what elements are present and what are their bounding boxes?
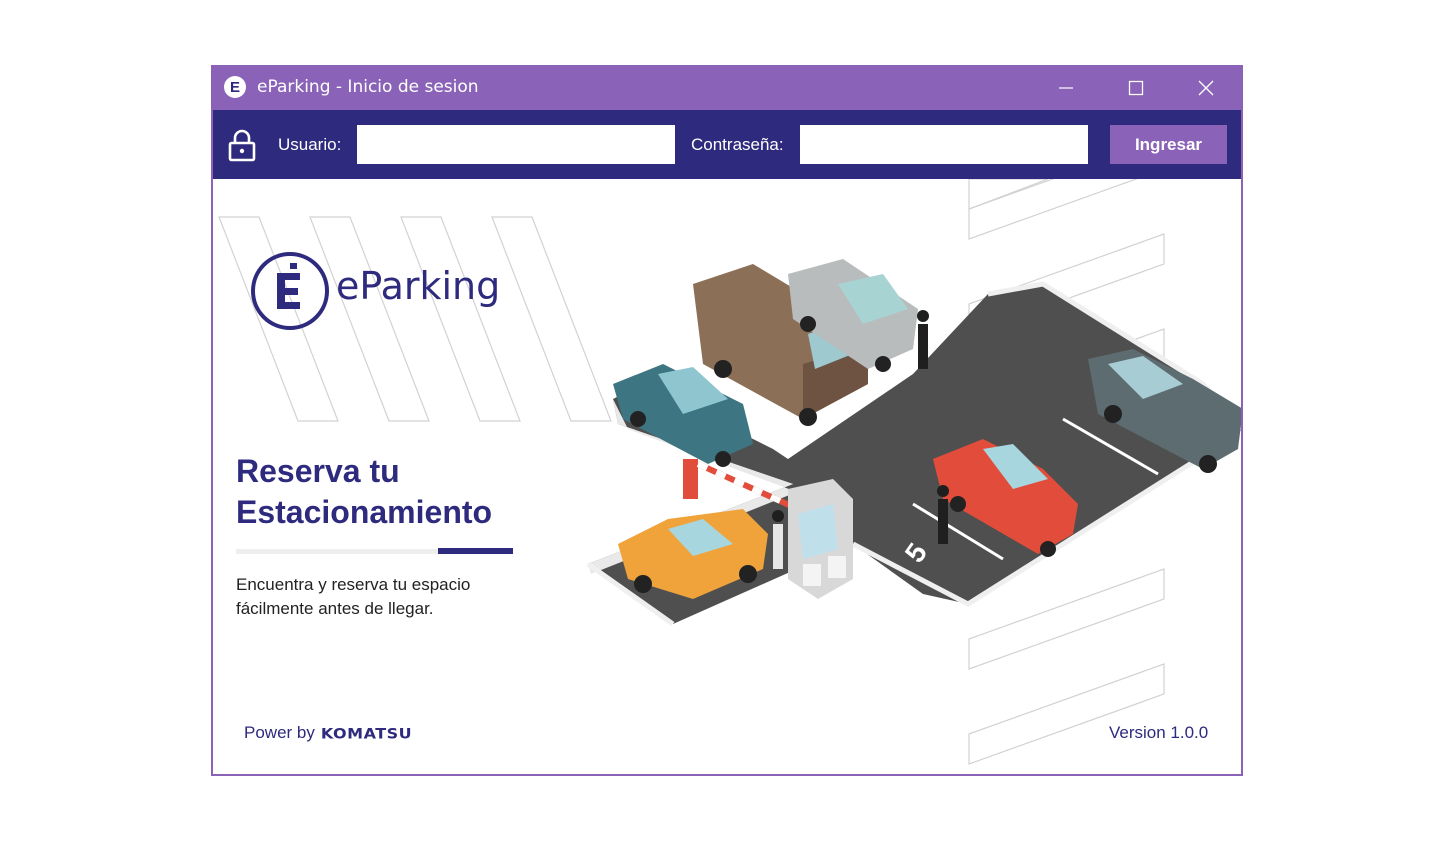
close-button[interactable] — [1171, 65, 1241, 110]
maximize-icon — [1128, 80, 1144, 95]
lock-icon — [228, 129, 256, 162]
username-label: Usuario: — [278, 135, 342, 154]
divider-accent — [438, 548, 513, 554]
powered-by: Power by KOMATSU — [244, 723, 412, 743]
hero-headline-line1: Reserva tu — [236, 453, 400, 489]
version-label: Version 1.0.0 — [1109, 723, 1209, 742]
login-window: E eParking - Inicio de sesion Usuario: C… — [211, 65, 1243, 776]
window-title: eParking - Inicio de sesion — [257, 77, 479, 97]
maximize-button[interactable] — [1101, 65, 1171, 110]
login-bar: Usuario: Contraseña: Ingresar — [213, 110, 1241, 179]
powered-by-label: Power by — [244, 723, 315, 742]
parking-lot-illustration: 4 5 — [586, 259, 1241, 627]
hero-subtitle: Encuentra y reserva tu espacio fácilment… — [236, 575, 471, 618]
hero-headline: Reserva tu Estacionamiento — [236, 451, 556, 533]
company-logo: KOMATSU — [320, 724, 413, 742]
app-name: eParking — [336, 264, 501, 308]
divider-light — [236, 549, 438, 554]
main-content: eParking Reserva tu Estacionamiento Encu… — [213, 179, 1241, 774]
login-button[interactable]: Ingresar — [1110, 125, 1227, 164]
title-bar[interactable]: E eParking - Inicio de sesion — [213, 65, 1241, 110]
minimize-button[interactable] — [1031, 65, 1101, 110]
app-logo-icon: E — [224, 76, 246, 98]
eparking-logo: eParking — [250, 251, 500, 331]
password-label: Contraseña: — [691, 135, 784, 154]
app-logo-mark-icon — [251, 252, 329, 330]
minimize-icon — [1059, 86, 1073, 89]
password-input[interactable] — [800, 125, 1088, 164]
close-icon — [1198, 80, 1214, 95]
hero-headline-line2: Estacionamiento — [236, 494, 493, 530]
username-input[interactable] — [357, 125, 675, 164]
